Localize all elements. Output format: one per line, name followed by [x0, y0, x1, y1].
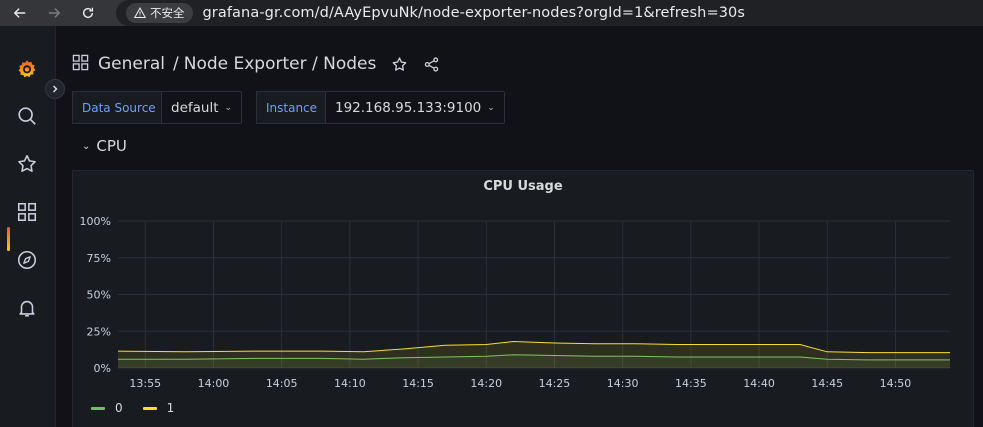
cpu-usage-chart: 0% 25% 50% 75% 100% 13:55 14:00 14:05 14:10 14:15… — [80, 215, 950, 390]
chevron-down-icon: ⌄ — [82, 140, 91, 152]
x-tick-label: 14:30 — [607, 377, 639, 390]
instance-variable-value: 192.168.95.133:9100 — [335, 99, 482, 116]
breadcrumb-folder[interactable]: General — [98, 54, 165, 74]
legend-swatch-0 — [91, 406, 105, 410]
y-tick-label: 50% — [87, 289, 111, 302]
reload-icon[interactable] — [75, 0, 101, 26]
alerting-bell-icon[interactable] — [14, 295, 40, 321]
instance-variable-select[interactable]: 192.168.95.133:9100 ⌄ — [325, 91, 505, 124]
y-tick-label: 100% — [80, 215, 111, 228]
warning-icon — [134, 7, 146, 19]
grafana-logo-icon[interactable] — [14, 56, 40, 82]
share-icon[interactable] — [422, 55, 440, 73]
x-tick-label: 14:05 — [266, 377, 298, 390]
datasource-variable-select[interactable]: default ⌄ — [161, 91, 243, 124]
x-tick-label: 13:55 — [129, 377, 161, 390]
dashboard-header: General / Node Exporter / Nodes — [72, 50, 440, 78]
url-text[interactable]: grafana-gr.com/d/AAyEpvuNk/node-exporter… — [203, 5, 746, 21]
chevron-right-icon — [52, 85, 58, 93]
x-tick-label: 14:35 — [675, 377, 707, 390]
row-title: CPU — [96, 137, 127, 155]
security-indicator[interactable]: 不安全 — [126, 3, 193, 23]
y-tick-label: 0% — [94, 362, 111, 375]
dashboards-icon[interactable] — [14, 199, 40, 225]
browser-toolbar: 不安全 grafana-gr.com/d/AAyEpvuNk/node-expo… — [0, 0, 983, 26]
legend-swatch-1 — [142, 406, 157, 410]
x-tick-label: 14:50 — [880, 377, 912, 390]
y-tick-label: 75% — [87, 252, 111, 265]
address-bar[interactable]: 不安全 grafana-gr.com/d/AAyEpvuNk/node-expo… — [116, 0, 983, 26]
dashboard-title[interactable]: Node Exporter / Nodes — [184, 54, 377, 74]
explore-compass-icon[interactable] — [14, 247, 40, 273]
x-tick-label: 14:15 — [402, 377, 434, 390]
x-tick-label: 14:10 — [334, 377, 366, 390]
legend-item-0[interactable]: 0 — [91, 401, 123, 415]
row-header-cpu[interactable]: ⌄ CPU — [82, 136, 127, 156]
chevron-down-icon: ⌄ — [487, 102, 495, 113]
expand-sidebar-button[interactable] — [45, 79, 65, 99]
cpu-usage-panel[interactable]: CPU Usage 0% 25% 50% 75% 100% 13:55 14:00 14:05… — [72, 170, 974, 427]
dashboard-grid-icon — [72, 54, 89, 75]
x-tick-label: 14:20 — [470, 377, 502, 390]
x-tick-label: 14:40 — [743, 377, 775, 390]
x-tick-label: 14:25 — [539, 377, 571, 390]
datasource-variable-value: default — [171, 99, 219, 116]
back-icon[interactable] — [7, 0, 33, 26]
legend-label-0: 0 — [115, 401, 123, 415]
chart-legend: 0 1 — [91, 401, 174, 415]
x-tick-label: 14:00 — [198, 377, 230, 390]
search-icon[interactable] — [14, 103, 40, 129]
legend-item-1[interactable]: 1 — [142, 401, 175, 415]
favorite-star-icon[interactable] — [390, 55, 408, 73]
series-1-area — [118, 341, 950, 368]
chevron-down-icon: ⌄ — [224, 102, 233, 113]
star-icon[interactable] — [14, 151, 40, 177]
breadcrumb-separator: / — [173, 54, 179, 74]
instance-variable-label: Instance — [256, 91, 328, 124]
active-indicator — [7, 227, 10, 251]
datasource-variable-label: Data Source — [72, 91, 166, 124]
legend-label-1: 1 — [166, 401, 175, 415]
security-label: 不安全 — [150, 6, 185, 20]
forward-icon[interactable] — [41, 0, 67, 26]
x-tick-label: 14:45 — [811, 377, 843, 390]
y-tick-label: 25% — [87, 325, 111, 338]
